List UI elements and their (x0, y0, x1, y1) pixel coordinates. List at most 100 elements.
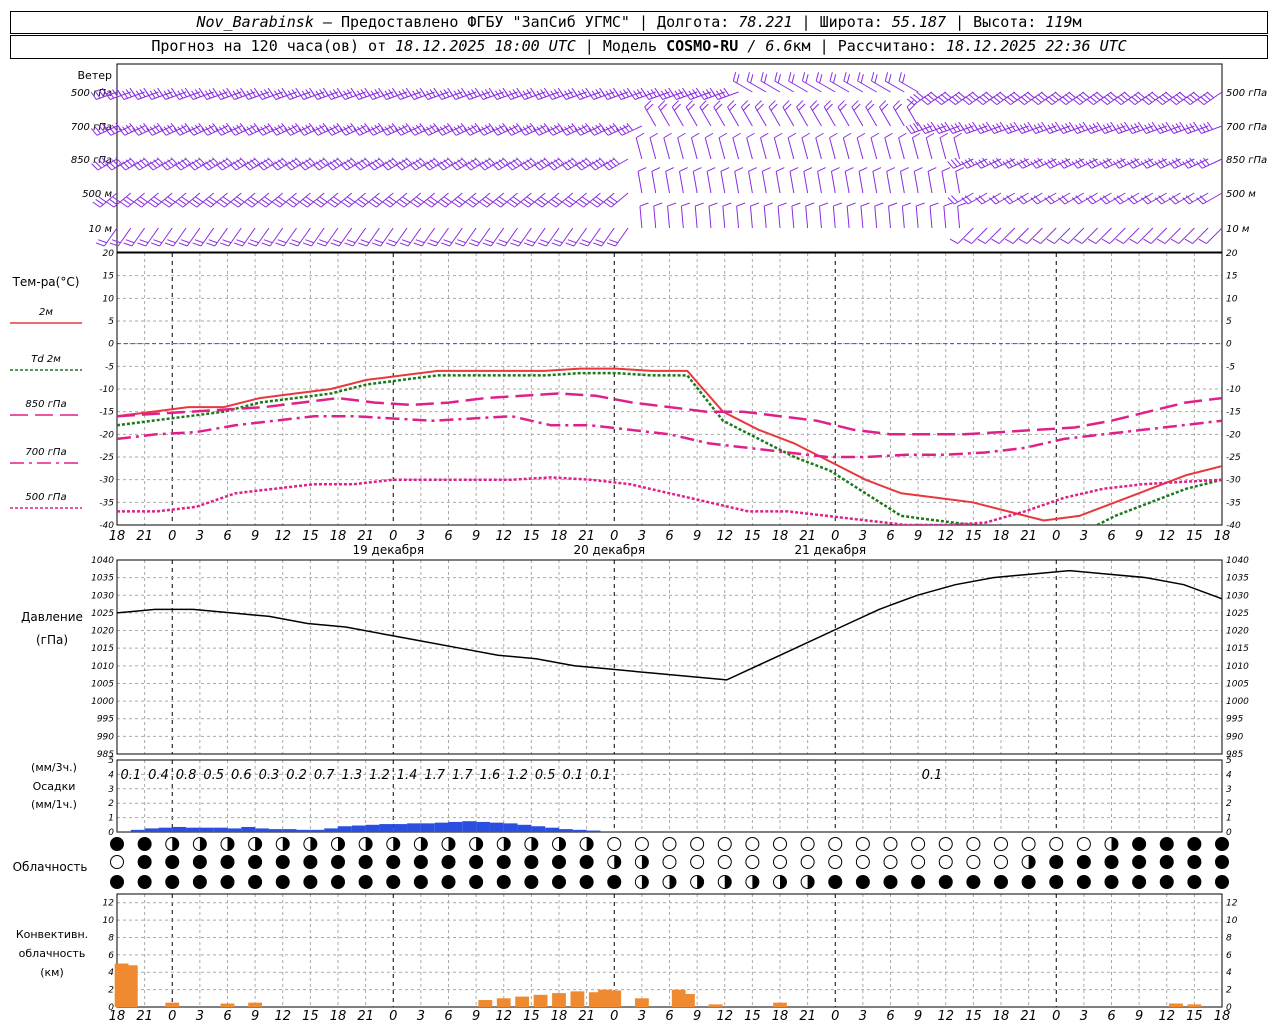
wind-barb-flag (649, 132, 659, 139)
wind-barb-flag (1065, 93, 1073, 101)
wind-barb-flag (367, 163, 375, 171)
wind-barb-flag (308, 123, 316, 131)
wind-barb-flag (474, 157, 482, 165)
cloud-cover-circle (165, 855, 180, 869)
wind-barb-flag (534, 201, 543, 208)
press-tick-label-right: 1015 (1226, 644, 1249, 654)
precip-bar (407, 823, 421, 832)
conv-x-tick-label: 0 (389, 1009, 397, 1024)
wind-barb-staff (1162, 91, 1181, 106)
wind-barb-staff (791, 206, 795, 229)
wind-barb-flag (1060, 238, 1069, 244)
wind-barb-flag (1186, 96, 1194, 103)
cloud-cover-circle (1104, 875, 1119, 889)
wind-barb-staff (1107, 91, 1126, 106)
cloud-cover-circle (496, 855, 511, 869)
wind-barb-flag (142, 157, 151, 165)
wind-barb-flag (267, 157, 275, 165)
wind-barb-flag (575, 201, 584, 208)
wind-barb-flag (695, 202, 704, 207)
temp-tick-label-right: 5 (1226, 317, 1232, 327)
wind-barb-flag (98, 239, 107, 244)
wind-barb-flag (746, 132, 755, 139)
wind-barb-flag (370, 161, 378, 169)
wind-barb-flag (395, 163, 403, 171)
wind-barb-flag (1156, 238, 1166, 244)
wind-level-label-right: 500 гПа (1226, 88, 1267, 99)
cloud-cover-circle (1215, 837, 1229, 851)
wind-barb-flag (470, 239, 480, 244)
temp-x-tick-label: 18 (772, 529, 789, 544)
day-label: 19 декабря (352, 543, 424, 557)
temp-x-tick-label: 0 (389, 529, 397, 544)
wind-barb-flag (272, 201, 280, 208)
wind-barb-staff (615, 227, 629, 247)
wind-barb-flag (471, 159, 479, 167)
cloud-cover-circle (1076, 837, 1091, 851)
wind-barb-flag (236, 124, 243, 133)
wind-barb-flag (543, 123, 551, 131)
wind-barb-staff (685, 106, 698, 127)
cloud-cover-circle (165, 875, 180, 889)
wind-barb-staff (773, 137, 781, 160)
wind-barb-flag (708, 202, 718, 207)
wind-barb-flag (951, 96, 959, 103)
wind-barb-staff (637, 171, 643, 194)
wind-barb-staff (635, 137, 643, 160)
cloud-cover-circle (1104, 855, 1119, 869)
cloud-cover-circle (966, 875, 981, 889)
conv-x-tick-label: 21 (1020, 1009, 1037, 1024)
conv-x-tick-label: 18 (1214, 1009, 1231, 1024)
precip-bar (338, 826, 352, 832)
wind-barb-flag (704, 132, 714, 139)
wind-barb-flag (789, 167, 799, 172)
wind-barb-flag (1032, 238, 1041, 244)
temp-x-tick-label: 12 (1158, 529, 1175, 544)
wind-barb-flag (1161, 157, 1169, 166)
wind-barb-flag (123, 242, 133, 247)
wind-barb-flag (815, 132, 824, 139)
wind-barb-flag (263, 124, 271, 133)
wind-barb-staff (1024, 91, 1043, 106)
cloud-cover-circle (1132, 837, 1147, 851)
conv-x-tick-label: 9 (472, 1009, 480, 1024)
precip-bar (503, 823, 518, 832)
temp-x-tick-label: 6 (1107, 529, 1115, 544)
wind-barb-flag (937, 96, 946, 103)
wind-barb-flag (408, 163, 416, 171)
wind-barb-staff (644, 106, 657, 127)
wind-barb-flag (1185, 195, 1193, 203)
temp-x-tick-label: 12 (495, 529, 512, 544)
wind-barb-flag (526, 239, 536, 244)
wind-barb-flag (957, 91, 966, 99)
wind-barb-flag (118, 163, 126, 171)
wind-barb-flag (319, 159, 327, 167)
wind-barb-flag (322, 157, 330, 165)
wind-barb-staff (860, 206, 864, 229)
wind-barb-flag (194, 239, 204, 244)
wind-barb-flag (354, 201, 363, 208)
wind-barb-flag (346, 124, 354, 133)
temp-x-tick-label: 21 (578, 529, 595, 544)
wind-barb-flag (860, 74, 864, 84)
wind-barb-flag (385, 199, 394, 206)
wind-barb-flag (146, 163, 154, 171)
wind-barb-flag (996, 93, 1004, 101)
wind-barb-flag (540, 196, 549, 203)
wind-barb-staff (913, 91, 933, 106)
wind-barb-flag (427, 242, 437, 247)
wind-barb-staff (1054, 227, 1071, 244)
wind-barb-staff (1010, 91, 1029, 106)
wind-barb-staff (837, 106, 850, 127)
wind-barb-flag (291, 124, 298, 133)
wind-barb-flag (474, 123, 482, 131)
wind-barb-flag (553, 159, 561, 167)
wind-barb-flag (1203, 157, 1210, 166)
cloud-cover-circle (690, 855, 705, 869)
wind-barb-flag (567, 124, 575, 133)
cloud-cover-half (586, 837, 594, 851)
wind-barb-flag (567, 159, 575, 167)
wind-barb-flag (1154, 197, 1162, 205)
conv-bar (607, 990, 622, 1007)
precip-bar (130, 829, 145, 832)
